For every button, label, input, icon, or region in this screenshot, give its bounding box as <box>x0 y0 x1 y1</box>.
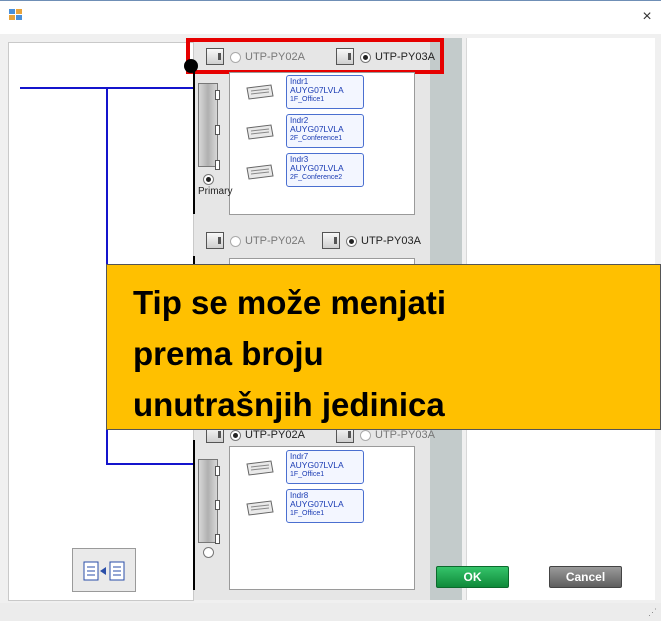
primary-label: Primary <box>198 186 233 197</box>
option-b-label: UTP-PY03A <box>375 429 435 441</box>
indoor-unit-card[interactable]: Indr2 AUYG07LVLA 2F_Conference1 <box>286 114 364 148</box>
connection-node <box>184 59 198 73</box>
port-tab <box>215 466 220 476</box>
callout-line: unutrašnjih jedinica <box>133 386 445 423</box>
callout-line: prema broju <box>133 335 324 372</box>
indoor-unit-card[interactable]: Indr3 AUYG07LVLA 2F_Conference2 <box>286 153 364 187</box>
cassette-unit-icon <box>246 164 274 180</box>
app-window-icon <box>9 9 22 20</box>
callout-line: Tip se može menjati <box>133 284 446 321</box>
port-tab <box>215 500 220 510</box>
option-a-label: UTP-PY02A <box>245 429 305 441</box>
close-button[interactable]: × <box>638 8 656 26</box>
cassette-unit-icon <box>246 460 274 476</box>
swap-units-icon <box>83 561 125 581</box>
connection-line <box>106 463 194 465</box>
port-tab <box>215 534 220 544</box>
primary-radio[interactable] <box>203 174 214 185</box>
selector-highlight-frame <box>186 38 444 74</box>
outdoor-unit-icon <box>206 232 224 249</box>
tip-callout: Tip se može menjati prema broju unutrašn… <box>106 264 661 430</box>
title-bar <box>0 0 661 34</box>
port-tab <box>215 160 220 170</box>
group-bracket-line <box>193 440 195 590</box>
indoor-unit-card[interactable]: Indr1 AUYG07LVLA 1F_Office1 <box>286 75 364 109</box>
cassette-unit-icon <box>246 84 274 100</box>
outdoor-type-selector: UTP-PY02A UTP-PY03A <box>200 230 440 254</box>
outdoor-unit-icon <box>322 232 340 249</box>
swap-units-button[interactable] <box>72 548 136 592</box>
radio-option-a[interactable] <box>230 430 241 441</box>
group-bracket-line <box>193 66 195 214</box>
port-tab <box>215 125 220 135</box>
cancel-button[interactable]: Cancel <box>549 566 622 588</box>
cassette-unit-icon <box>246 124 274 140</box>
indoor-unit-card[interactable]: Indr8 AUYG07LVLA 1F_Office1 <box>286 489 364 523</box>
port-tab <box>215 90 220 100</box>
primary-radio[interactable] <box>203 547 214 558</box>
ok-button[interactable]: OK <box>436 566 509 588</box>
indoor-unit-card[interactable]: Indr7 AUYG07LVLA 1F_Office1 <box>286 450 364 484</box>
resize-grip[interactable]: ⋰ <box>648 607 658 617</box>
status-bar <box>0 603 661 621</box>
radio-option-b[interactable] <box>346 236 357 247</box>
option-b-label: UTP-PY03A <box>361 235 421 247</box>
cassette-unit-icon <box>246 500 274 516</box>
option-a-label: UTP-PY02A <box>245 235 305 247</box>
radio-option-a[interactable] <box>230 236 241 247</box>
radio-option-b[interactable] <box>360 430 371 441</box>
